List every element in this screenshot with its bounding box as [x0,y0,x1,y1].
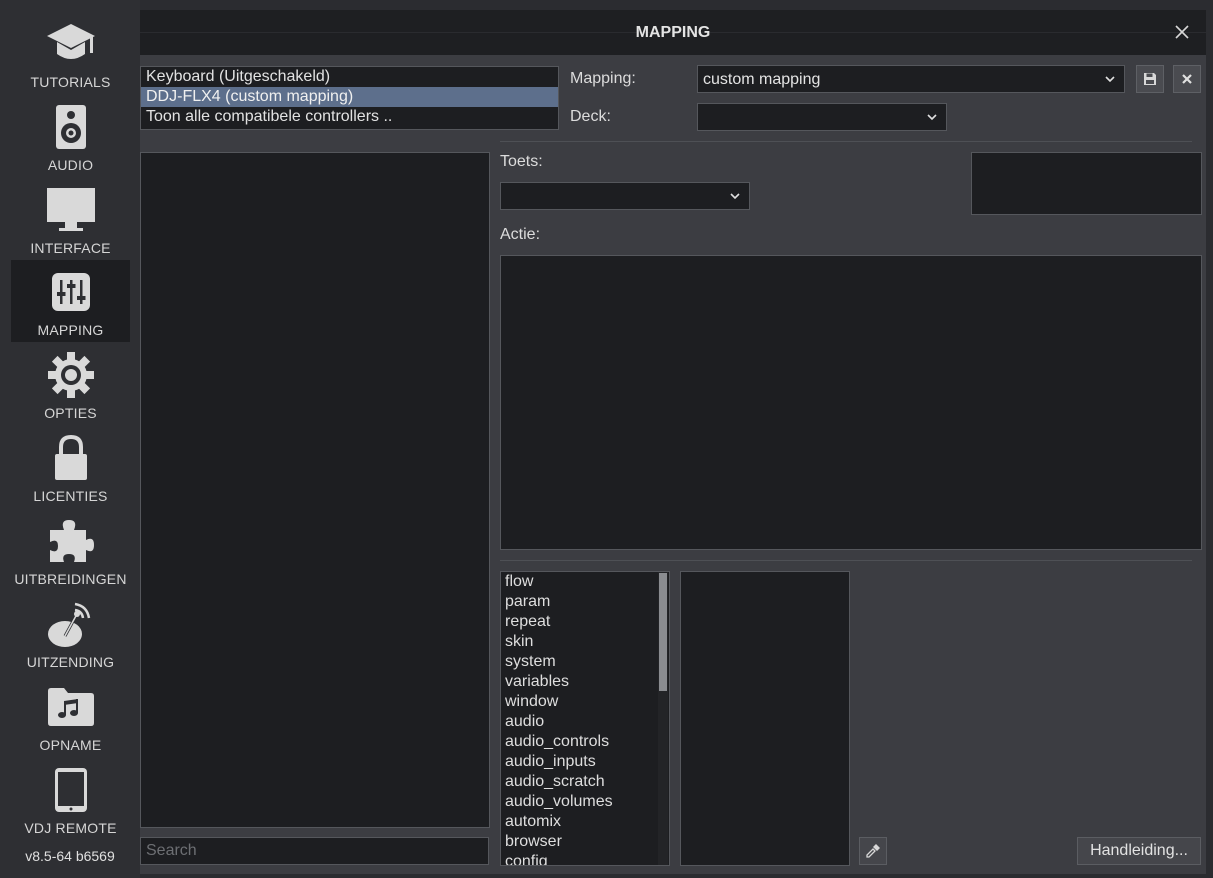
key-list[interactable] [140,152,490,828]
sidebar: TUTORIALS AUDIO INTERFACE MAPPING OPTIES… [0,0,140,878]
key-preview-box [971,152,1202,215]
chevron-down-icon [730,193,740,200]
sidebar-item-uitzending[interactable]: UITZENDING [11,592,130,674]
delete-mapping-button[interactable] [1173,65,1201,93]
toets-label: Toets: [500,153,543,170]
controller-item-ddj-flx4[interactable]: DDJ-FLX4 (custom mapping) [141,87,558,107]
mapping-panel: MAPPING Keyboard (Uitgeschakeld) DDJ-FLX… [140,10,1206,874]
list-item[interactable]: audio_volumes [501,792,669,812]
gear-icon [11,349,130,401]
sidebar-item-label: MAPPING [37,322,104,338]
verb-category-list[interactable]: flow param repeat skin system variables … [500,571,670,866]
save-icon [1144,73,1156,85]
list-item[interactable]: repeat [501,612,669,632]
action-editor[interactable] [500,255,1202,550]
list-item[interactable]: window [501,692,669,712]
sidebar-item-vdj-remote[interactable]: VDJ REMOTE [11,758,130,840]
list-item[interactable]: audio_controls [501,732,669,752]
deck-label: Deck: [570,108,611,125]
deck-select[interactable] [697,103,947,131]
save-mapping-button[interactable] [1136,65,1164,93]
version-label: v8.5-64 b6569 [25,848,115,864]
graduation-cap-icon [11,18,130,70]
chevron-down-icon [927,114,937,121]
search-input[interactable] [141,838,488,864]
list-item[interactable]: audio [501,712,669,732]
sidebar-item-interface[interactable]: INTERFACE [11,178,130,260]
list-item[interactable]: variables [501,672,669,692]
manual-button[interactable]: Handleiding... [1077,837,1201,865]
sidebar-item-opties[interactable]: OPTIES [11,343,130,425]
chevron-down-icon [1105,76,1115,83]
music-folder-icon [11,681,130,733]
actie-label: Actie: [500,226,541,243]
close-button[interactable] [1172,22,1192,42]
list-item[interactable]: param [501,592,669,612]
verb-list[interactable] [680,571,850,866]
list-item[interactable]: skin [501,632,669,652]
sliders-icon [11,266,130,318]
list-item[interactable]: flow [501,572,669,592]
sidebar-item-label: AUDIO [47,157,94,173]
list-item[interactable]: audio_inputs [501,752,669,772]
sidebar-item-uitbreidingen[interactable]: UITBREIDINGEN [11,509,130,591]
controller-item-show-all[interactable]: Toon alle compatibele controllers .. [141,107,558,127]
puzzle-icon [11,515,130,567]
sidebar-item-licenties[interactable]: LICENTIES [11,426,130,508]
sidebar-item-label: LICENTIES [33,488,108,504]
scrollbar-thumb[interactable] [659,573,667,691]
list-item[interactable]: automix [501,812,669,832]
verb-list-scrollbar[interactable] [658,572,668,865]
mapping-select-value: custom mapping [703,71,821,88]
list-item[interactable]: system [501,652,669,672]
sidebar-item-label: UITBREIDINGEN [14,571,127,587]
speaker-icon [11,101,130,153]
sidebar-item-mapping[interactable]: MAPPING [11,260,130,342]
mapping-select[interactable]: custom mapping [697,65,1125,93]
broadcast-dish-icon [11,598,130,650]
search-field[interactable] [140,837,489,865]
divider [500,560,1192,561]
sidebar-item-tutorials[interactable]: TUTORIALS [11,12,130,94]
mapping-label: Mapping: [570,70,636,87]
monitor-icon [11,184,130,236]
eyedropper-icon [866,844,880,858]
sidebar-item-label: VDJ REMOTE [24,820,117,836]
title-bar: MAPPING [140,10,1206,55]
sidebar-item-label: OPNAME [39,737,102,753]
sidebar-item-label: OPTIES [44,405,97,421]
sidebar-item-label: INTERFACE [30,240,111,256]
verb-list-items: flow param repeat skin system variables … [501,572,669,865]
controller-item-keyboard[interactable]: Keyboard (Uitgeschakeld) [141,67,558,87]
list-item[interactable]: config [501,852,669,865]
close-icon [1182,74,1192,84]
lock-icon [11,432,130,484]
tablet-icon [11,764,130,816]
sidebar-item-label: TUTORIALS [30,74,111,90]
controller-list: Keyboard (Uitgeschakeld) DDJ-FLX4 (custo… [140,66,559,130]
sidebar-item-opname[interactable]: OPNAME [11,675,130,757]
toets-select[interactable] [500,182,750,210]
divider [500,141,1192,142]
learn-picker-button[interactable] [859,837,887,865]
sidebar-item-label: UITZENDING [26,654,115,670]
list-item[interactable]: browser [501,832,669,852]
page-title: MAPPING [635,24,711,41]
sidebar-item-audio[interactable]: AUDIO [11,95,130,177]
close-icon [1175,25,1189,39]
list-item[interactable]: audio_scratch [501,772,669,792]
